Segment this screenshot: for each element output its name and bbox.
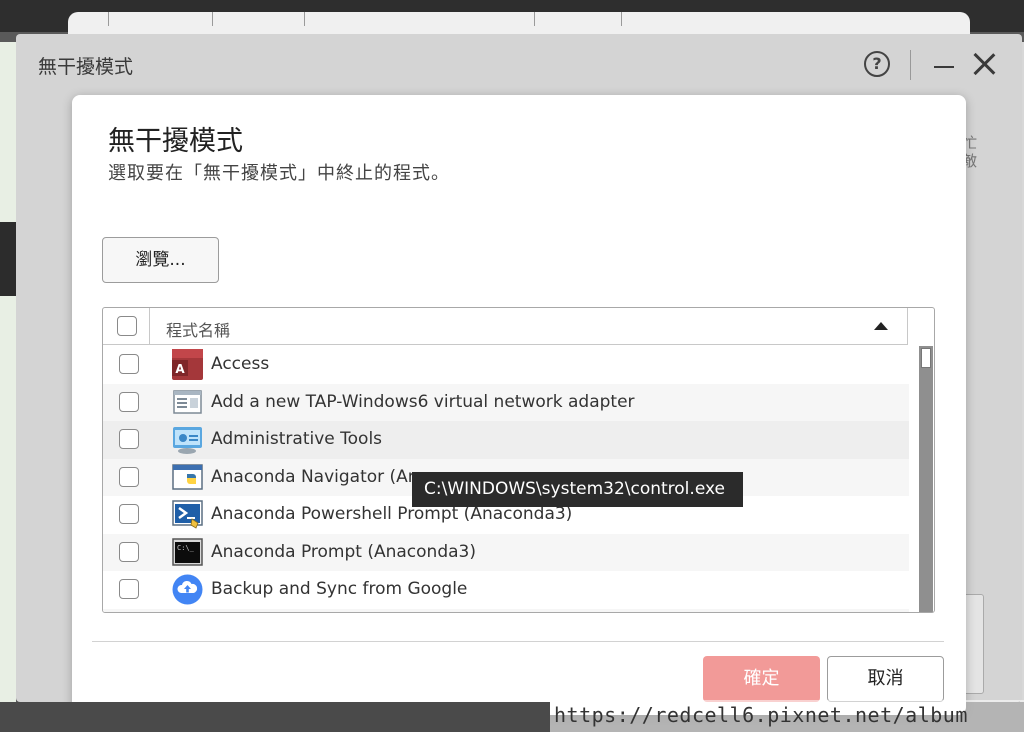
dialog-divider <box>92 641 944 642</box>
background-tab-divider <box>621 12 622 26</box>
svg-text:C:\_: C:\_ <box>177 544 195 552</box>
titlebar-separator <box>910 50 911 80</box>
scrollbar-track[interactable] <box>919 346 933 612</box>
background-bottom-strip <box>0 702 550 732</box>
row-checkbox[interactable] <box>119 579 139 599</box>
help-icon[interactable]: ? <box>864 51 890 77</box>
list-item[interactable]: Administrative Tools <box>103 421 909 459</box>
window-title: 無干擾模式 <box>38 56 134 78</box>
header-checkbox-cell <box>103 308 150 345</box>
row-checkbox[interactable] <box>119 391 139 412</box>
column-header-program-name[interactable]: 程式名稱 <box>166 317 230 341</box>
program-name: Anaconda Powershell Prompt (Anaconda3) <box>211 504 573 524</box>
background-tab-divider <box>212 12 213 26</box>
partial-app-icon <box>172 612 203 614</box>
cancel-button[interactable]: 取消 <box>827 656 944 702</box>
dialog-subtitle: 選取要在「無干擾模式」中終止的程式。 <box>108 163 450 184</box>
row-checkbox[interactable] <box>119 466 139 487</box>
browse-button[interactable]: 瀏覽... <box>102 237 219 283</box>
watermark-text: https://redcell6.pixnet.net/album <box>550 700 1024 732</box>
list-item[interactable] <box>103 608 909 614</box>
row-checkbox[interactable] <box>119 504 139 524</box>
program-name: Add a new TAP-Windows6 virtual network a… <box>211 391 635 412</box>
sort-ascending-icon[interactable] <box>874 322 888 330</box>
background-tab-divider <box>304 12 305 26</box>
path-tooltip: C:\WINDOWS\system32\control.exe <box>412 472 743 507</box>
select-all-checkbox[interactable] <box>117 316 137 336</box>
list-item[interactable]: A Access <box>103 346 909 384</box>
list-item[interactable]: Add a new TAP-Windows6 virtual network a… <box>103 383 909 421</box>
list-header: 程式名稱 <box>103 308 907 345</box>
program-name: Backup and Sync from Google <box>211 579 468 599</box>
close-icon[interactable] <box>972 52 996 76</box>
row-checkbox[interactable] <box>119 354 139 374</box>
dialog-title: 無干擾模式 <box>108 126 243 157</box>
ok-button[interactable]: 確定 <box>703 656 820 702</box>
list-item[interactable]: Backup and Sync from Google <box>103 571 909 609</box>
anaconda-navigator-icon <box>172 463 203 490</box>
powershell-icon <box>172 500 203 529</box>
program-name: Access <box>211 354 270 374</box>
access-icon: A <box>172 349 203 380</box>
row-checkbox[interactable] <box>119 541 139 562</box>
program-name: Anaconda Navigator (Ana <box>211 466 429 487</box>
minimize-icon[interactable] <box>934 66 954 68</box>
background-tab-divider <box>534 12 535 26</box>
row-checkbox[interactable] <box>119 429 139 449</box>
scrollbar-thumb[interactable] <box>921 348 931 368</box>
background-left-edge <box>0 42 16 702</box>
header-divider <box>907 308 908 345</box>
admin-tools-icon <box>173 427 202 454</box>
program-list: 程式名稱 A Access Add a new TAP-Windows6 vir… <box>102 307 935 613</box>
svg-text:A: A <box>175 362 185 376</box>
command-prompt-icon: C:\_ <box>172 537 203 566</box>
background-tab-divider <box>108 12 109 26</box>
program-name: Anaconda Prompt (Anaconda3) <box>211 541 476 562</box>
network-adapter-icon <box>173 389 202 414</box>
distraction-free-dialog: 無干擾模式 選取要在「無干擾模式」中終止的程式。 瀏覽... 程式名稱 A Ac… <box>72 95 966 715</box>
list-item[interactable]: C:\_ Anaconda Prompt (Anaconda3) <box>103 533 909 571</box>
program-name: Administrative Tools <box>211 429 383 449</box>
cloud-upload-icon <box>172 574 203 605</box>
background-left-dark-block <box>0 222 16 296</box>
